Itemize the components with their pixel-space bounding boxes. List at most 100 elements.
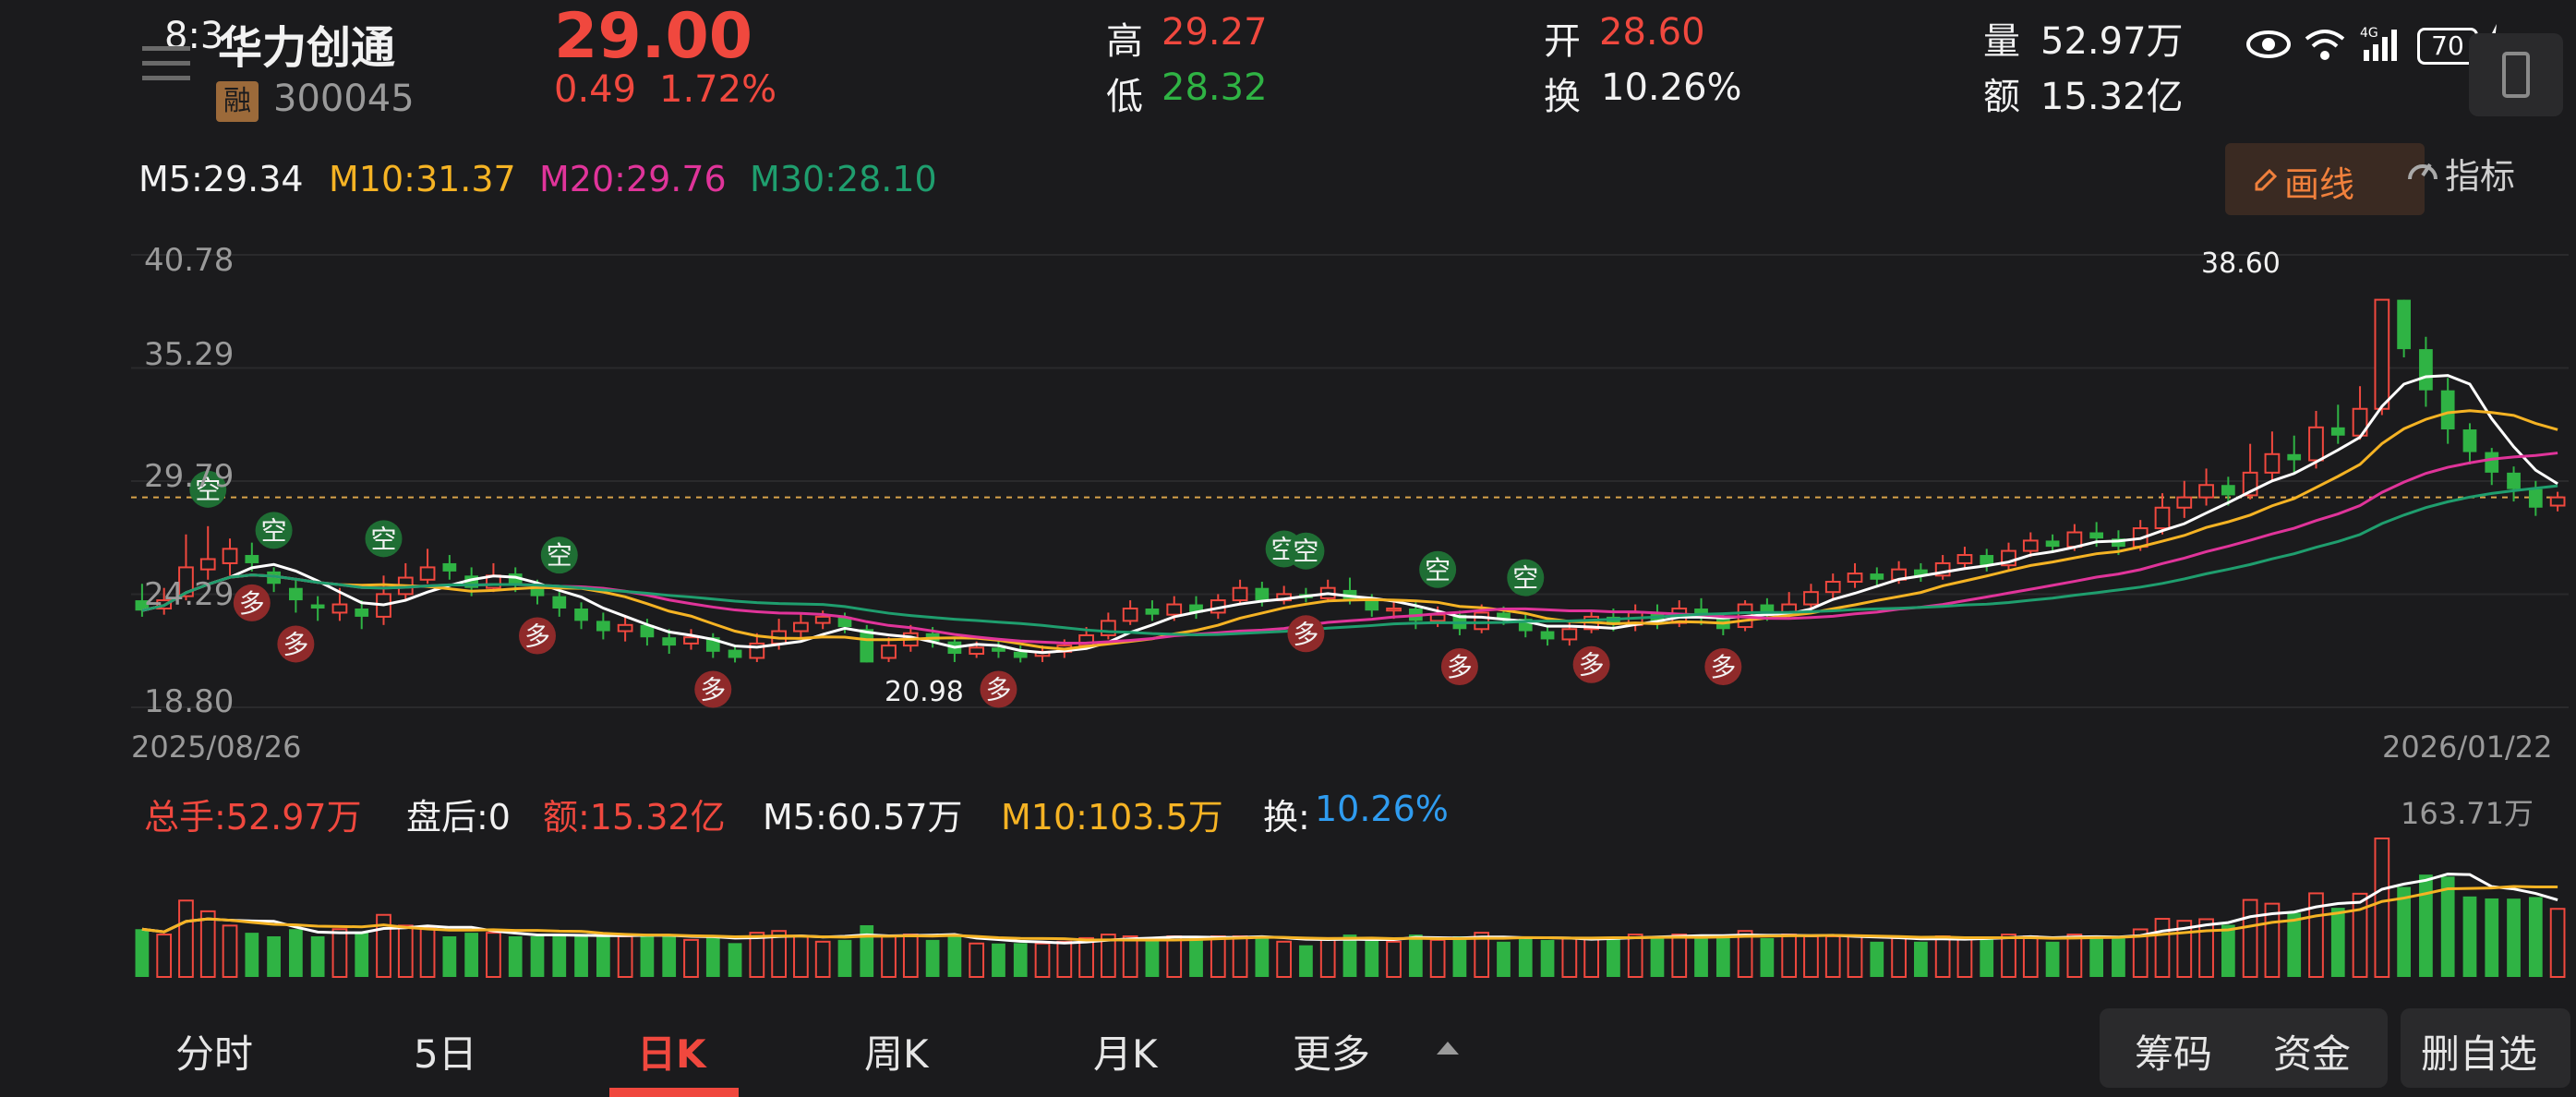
volume-bar — [2330, 908, 2345, 977]
ma5-line — [141, 374, 2558, 655]
candle-body — [2221, 485, 2235, 496]
funds-button[interactable]: 资金 — [2273, 1023, 2351, 1079]
volume-max-label: 163.71万 — [2401, 796, 2534, 831]
candlestick-chart[interactable]: 多多多多多多多多多空空空空空空空空 — [131, 227, 2569, 726]
open-value: 28.60 — [1599, 11, 1705, 54]
volume-bar — [1078, 936, 1094, 978]
volume-bar — [2528, 897, 2543, 977]
signal-icon: 4G — [2360, 24, 2404, 66]
volume-bar — [1781, 934, 1798, 979]
y-label-top: 40.78 — [144, 242, 235, 279]
candle-body — [992, 647, 1005, 652]
volume-label: 量 — [1983, 20, 2020, 63]
current-price: 29.00 — [554, 0, 753, 73]
candle-body — [881, 645, 897, 659]
candle-body — [2308, 426, 2324, 462]
indicator-button[interactable]: 指标 — [2445, 148, 2515, 199]
ma10-value: M10:31.37 — [329, 159, 516, 199]
long-signal-label: 多 — [1447, 652, 1473, 682]
tab-more[interactable]: 更多 — [1293, 1023, 1370, 1079]
volume-bar — [969, 942, 985, 978]
volume-bar — [1452, 935, 1467, 977]
volume-bar — [2419, 874, 2433, 977]
draw-line-button[interactable]: 画线 — [2225, 143, 2425, 215]
candle-body — [1232, 586, 1248, 602]
caret-up-icon[interactable] — [1435, 1038, 1461, 1060]
volume-bar — [1803, 934, 1819, 978]
volume-bar — [640, 934, 655, 977]
volume-bar — [2507, 898, 2521, 977]
candle-body — [2287, 453, 2302, 461]
volume-bar — [1650, 935, 1665, 977]
volume-bar — [1056, 940, 1073, 979]
volume-bar — [902, 934, 919, 979]
candle-body — [2330, 427, 2345, 436]
chips-button[interactable]: 筹码 — [2135, 1023, 2212, 1079]
volume-bar — [1210, 934, 1226, 978]
ma10-line — [141, 409, 2558, 651]
volume-bar — [397, 924, 414, 979]
volume-bar — [1034, 942, 1051, 978]
min-price-marker: 20.98 — [885, 676, 964, 708]
turnover-value: 10.26% — [1601, 66, 1742, 109]
y-label-4: 24.29 — [144, 576, 235, 613]
tab-daily-k[interactable]: 日K — [637, 1023, 706, 1079]
tab-monthly-k[interactable]: 月K — [1093, 1023, 1158, 1079]
wifi-icon — [2303, 26, 2347, 66]
amount-label: 额 — [1983, 76, 2020, 118]
volume-bar — [508, 935, 523, 977]
volume-bar — [178, 899, 194, 978]
tab-weekly-k[interactable]: 周K — [864, 1023, 929, 1079]
volume-bar — [1145, 939, 1160, 977]
volume-bar — [2462, 896, 2477, 977]
candle-body — [2397, 299, 2411, 350]
y-label-bottom: 18.80 — [144, 683, 235, 720]
menu-icon[interactable] — [142, 44, 190, 81]
volume-bar — [1408, 934, 1423, 977]
candle-body — [552, 596, 567, 609]
ma20-value: M20:29.76 — [539, 159, 727, 199]
candle-body — [2198, 484, 2214, 499]
fullscreen-button[interactable] — [2469, 33, 2563, 116]
candle-body — [331, 603, 348, 614]
long-signal-label: 多 — [700, 674, 726, 705]
candle-body — [1386, 607, 1402, 612]
volume-bar — [2440, 876, 2455, 977]
candle-body — [245, 555, 259, 563]
turnover-label: 换 — [1544, 76, 1581, 118]
volume-chart[interactable] — [131, 831, 2569, 979]
short-signal-label: 空 — [1425, 555, 1451, 585]
date-start: 2025/08/26 — [131, 729, 302, 765]
candle-body — [860, 629, 874, 663]
remove-watchlist-button[interactable]: 删自选 — [2421, 1023, 2537, 1079]
low-value: 28.32 — [1162, 66, 1268, 109]
volume-bar — [2022, 934, 2039, 978]
eye-icon — [2245, 28, 2292, 65]
tab-intraday[interactable]: 分时 — [175, 1023, 253, 1079]
candle-body — [419, 566, 436, 581]
volume-value: 52.97万 — [2040, 20, 2184, 63]
short-signal-label: 空 — [261, 515, 287, 546]
volume-bar — [1319, 936, 1336, 978]
volume-bar — [530, 935, 545, 977]
volume-bar — [1870, 941, 1884, 977]
volume-bar — [1429, 938, 1446, 978]
volume-bar — [135, 929, 150, 977]
volume-bar — [814, 940, 831, 979]
volume-bar — [245, 933, 259, 977]
volume-bar — [2485, 898, 2499, 977]
candle-body — [289, 587, 303, 601]
tab-5day[interactable]: 5日 — [414, 1023, 477, 1079]
volume-bar — [1255, 935, 1270, 977]
candle-body — [596, 621, 610, 632]
volume-bar — [1386, 940, 1402, 979]
margin-badge: 融 — [216, 81, 259, 122]
long-signal-label: 多 — [1710, 652, 1736, 682]
candle-body — [2154, 506, 2171, 530]
volume-turnover: 10.26% — [1315, 789, 1449, 829]
candle-body — [1847, 573, 1863, 584]
short-signal-label: 空 — [1293, 536, 1318, 567]
volume-bar — [331, 928, 348, 978]
candle-body — [1561, 628, 1578, 641]
volume-bar — [1342, 934, 1357, 977]
